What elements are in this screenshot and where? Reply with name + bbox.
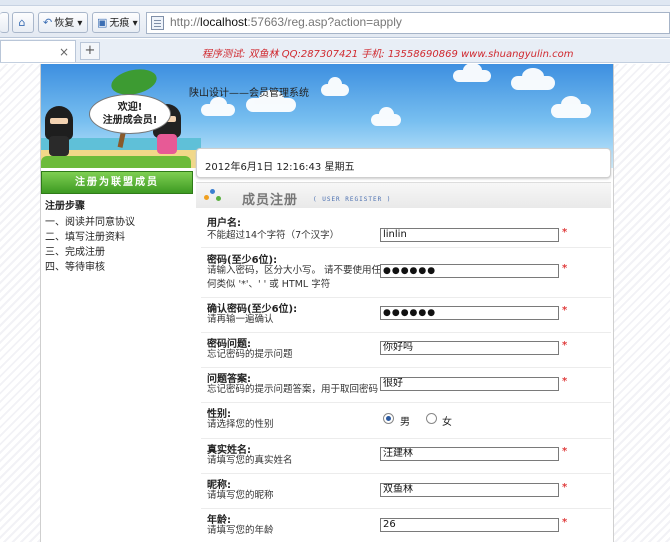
step-item: 二、填写注册资料 xyxy=(45,232,125,243)
cloud-image xyxy=(371,107,401,126)
question-input[interactable]: 你好吗 xyxy=(380,341,559,355)
nickname-input[interactable]: 双鱼林 xyxy=(380,483,559,497)
username-input[interactable]: linlin xyxy=(380,228,559,242)
realname-row: 真实姓名: 请填写您的真实姓名 汪建林 * xyxy=(201,441,611,471)
realname-hint: 请填写您的真实姓名 xyxy=(207,455,293,466)
row-divider xyxy=(201,508,611,509)
username-label: 用户名: xyxy=(207,218,241,229)
password-input[interactable]: ●●●●●● xyxy=(380,264,559,278)
form-title: 成员注册 xyxy=(242,193,299,208)
site-title: 陕山设计——会员管理系统 xyxy=(189,88,309,99)
step-item: 三、完成注册 xyxy=(45,247,105,258)
nickname-hint: 请填写您的昵称 xyxy=(207,490,274,501)
realname-input[interactable]: 汪建林 xyxy=(380,447,559,461)
browser-toolbar: ⌂ ↶ 恢复 ▾ ▣ 无痕 ▾ http://localhost:57663/reg… xyxy=(0,6,670,38)
question-hint: 忘记密码的提示问题 xyxy=(207,349,293,360)
back-arrow-icon: ↶ xyxy=(43,16,53,29)
gender-hint: 请选择您的性别 xyxy=(207,419,274,430)
gender-male-label[interactable]: 男 xyxy=(400,413,410,428)
row-divider xyxy=(201,332,611,333)
required-mark: * xyxy=(562,482,568,493)
password-hint: 请输入密码，区分大小写。 请不要使用任何类似 '*'、' ' 或 HTML 字符 xyxy=(207,265,382,290)
cloud-image xyxy=(453,64,491,82)
cloud-image xyxy=(201,97,235,116)
register-steps: 注册步骤 一、阅读并同意协议 二、填写注册资料 三、完成注册 四、等待审核 xyxy=(45,197,193,275)
steps-title: 注册步骤 xyxy=(45,201,85,212)
cloud-image xyxy=(551,96,591,118)
datetime-bar: 2012年6月1日 12:16:43 星期五 xyxy=(196,148,611,178)
ninja-character-image xyxy=(45,106,73,156)
row-divider xyxy=(201,402,611,403)
restore-button[interactable]: ↶ 恢复 ▾ xyxy=(38,12,88,33)
gender-female-radio[interactable] xyxy=(426,413,437,424)
private-mode-button[interactable]: ▣ 无痕 ▾ xyxy=(92,12,140,33)
required-mark: * xyxy=(562,305,568,316)
question-row: 密码问题: 忘记密码的提示问题 你好吗 * xyxy=(201,335,611,365)
form-header: 成员注册 ( USER REGISTER ) xyxy=(196,182,611,208)
tab-bar: × + 程序测试: 双鱼林 QQ:287307421 手机: 135586908… xyxy=(0,39,670,63)
home-button[interactable]: ⌂ xyxy=(12,12,34,33)
grass-image xyxy=(41,156,191,168)
username-hint: 不能超过14个字符（7个汉字） xyxy=(207,230,340,241)
plus-icon: + xyxy=(84,43,96,58)
row-divider xyxy=(201,438,611,439)
required-mark: * xyxy=(562,517,568,528)
required-mark: * xyxy=(562,263,568,274)
browser-tab[interactable]: × xyxy=(0,40,76,62)
required-mark: * xyxy=(562,340,568,351)
private-icon: ▣ xyxy=(97,16,108,29)
answer-hint: 忘记密码的提示问题答案，用于取回密码 xyxy=(207,384,379,395)
promo-text: 程序测试: 双鱼林 QQ:287307421 手机: 13558690869 w… xyxy=(202,49,574,60)
required-mark: * xyxy=(562,376,568,387)
age-hint: 请填写您的年龄 xyxy=(207,525,274,536)
register-icon xyxy=(204,187,222,205)
close-icon[interactable]: × xyxy=(59,45,69,59)
answer-row: 问题答案: 忘记密码的提示问题答案，用于取回密码 很好 * xyxy=(201,370,611,400)
step-item: 四、等待审核 xyxy=(45,262,105,273)
toolbar-edge xyxy=(0,12,9,33)
gender-row: 性别: 请选择您的性别 男 女 xyxy=(201,405,611,435)
age-row: 年龄: 请填写您的年龄 26 * xyxy=(201,511,611,541)
confirm-password-hint: 请再输一遍确认 xyxy=(207,314,274,325)
cloud-image xyxy=(321,77,349,96)
step-item: 一、阅读并同意协议 xyxy=(45,217,135,228)
required-mark: * xyxy=(562,227,568,238)
form-title-en: ( USER REGISTER ) xyxy=(313,196,392,203)
cloud-image xyxy=(246,90,296,112)
page-icon xyxy=(151,16,164,30)
row-divider xyxy=(201,367,611,368)
new-tab-button[interactable]: + xyxy=(80,42,100,60)
cloud-image xyxy=(511,68,555,90)
gender-male-radio[interactable] xyxy=(383,413,394,424)
gender-female-label[interactable]: 女 xyxy=(442,413,452,428)
confirm-password-row: 确认密码(至少6位): 请再输一遍确认 ●●●●●● * xyxy=(201,300,611,330)
username-row: 用户名: 不能超过14个字符（7个汉字） linlin * xyxy=(201,214,611,246)
row-divider xyxy=(201,473,611,474)
speech-bubble: 欢迎! 注册成会员! xyxy=(89,94,171,134)
datetime-text: 2012年6月1日 12:16:43 星期五 xyxy=(205,162,355,173)
nickname-row: 昵称: 请填写您的昵称 双鱼林 * xyxy=(201,476,611,506)
password-row: 密码(至少6位): 请输入密码，区分大小写。 请不要使用任何类似 '*'、' '… xyxy=(201,251,611,295)
confirm-password-input[interactable]: ●●●●●● xyxy=(380,306,559,320)
age-input[interactable]: 26 xyxy=(380,518,559,532)
answer-input[interactable]: 很好 xyxy=(380,377,559,391)
row-divider xyxy=(201,297,611,298)
row-divider xyxy=(201,247,611,248)
address-bar[interactable]: http://localhost:57663/reg.asp?action=ap… xyxy=(146,12,670,34)
home-icon: ⌂ xyxy=(18,16,26,29)
required-mark: * xyxy=(562,446,568,457)
address-url[interactable]: http://localhost:57663/reg.asp?action=ap… xyxy=(170,15,402,29)
sidebar-header: 注册为联盟成员 xyxy=(41,171,193,194)
